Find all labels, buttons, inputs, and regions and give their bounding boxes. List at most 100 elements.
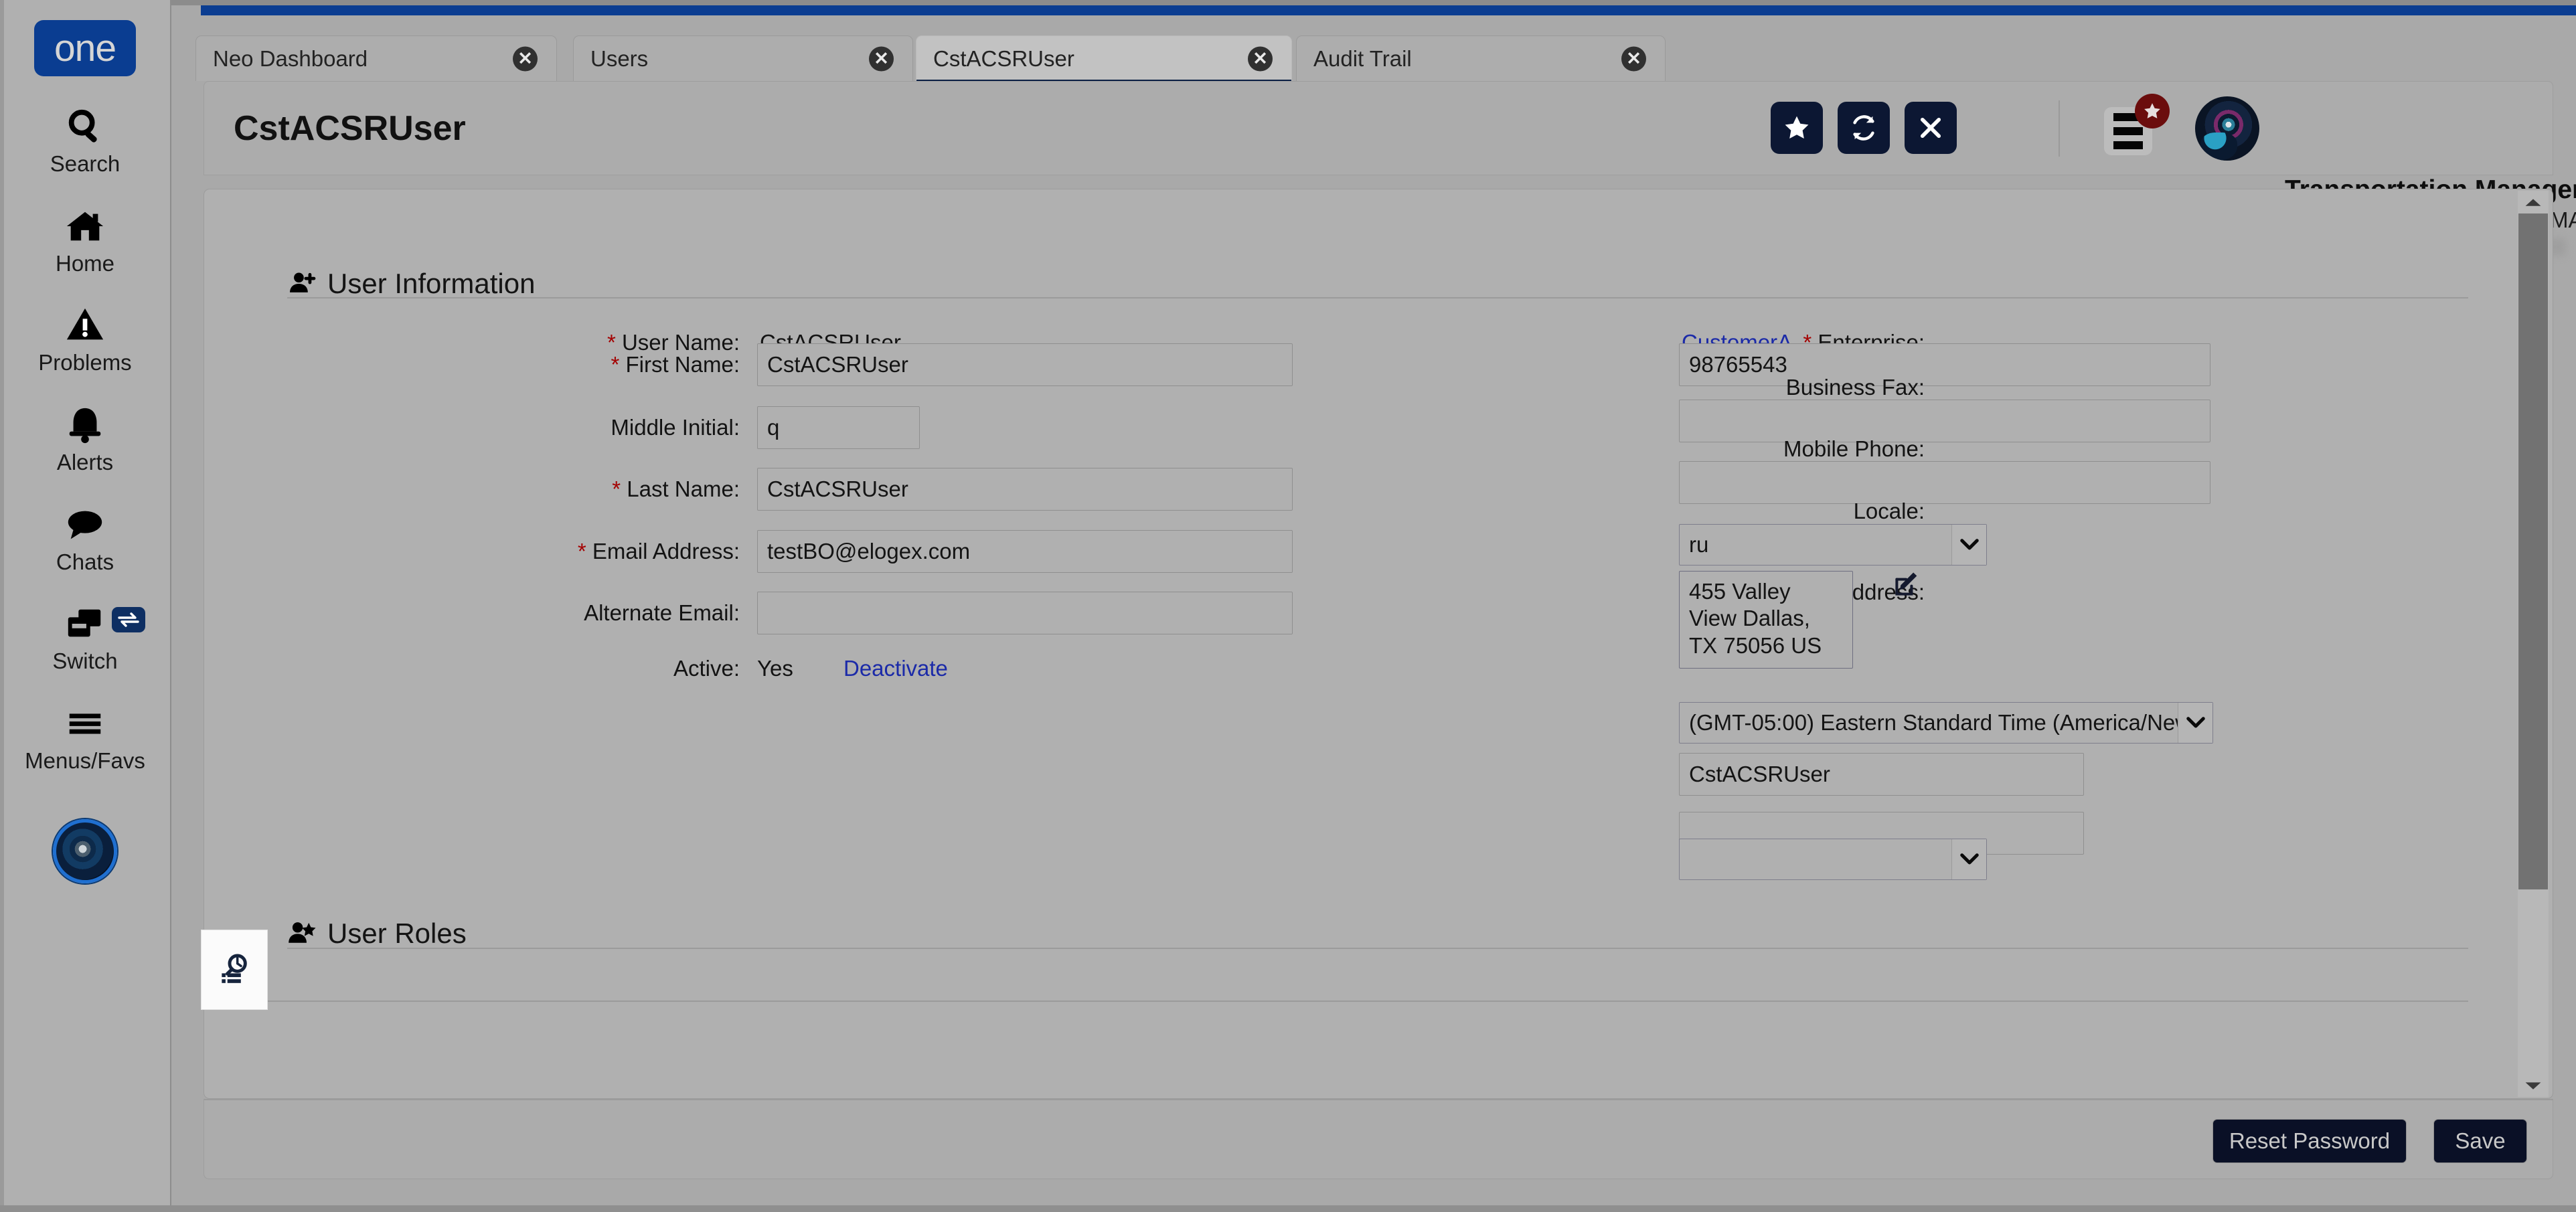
label-business-fax: Business Fax: — [1061, 375, 1925, 400]
avatar[interactable] — [2195, 96, 2259, 161]
sidebar-label-search: Search — [50, 153, 120, 176]
tab-close-icon[interactable]: ✕ — [1621, 46, 1646, 71]
tab-audit-trail[interactable]: Audit Trail ✕ — [1296, 35, 1666, 81]
chevron-down-icon — [2178, 703, 2212, 743]
star-icon — [1782, 113, 1812, 143]
tab-close-icon[interactable]: ✕ — [513, 46, 538, 71]
scrollbar-thumb[interactable] — [2518, 213, 2548, 889]
section-divider — [287, 948, 2468, 949]
edit-pencil-icon[interactable] — [1893, 569, 1922, 602]
rail-user-avatar[interactable] — [53, 819, 117, 883]
deactivate-link[interactable]: Deactivate — [843, 656, 948, 681]
tab-close-icon[interactable]: ✕ — [1248, 46, 1273, 71]
sidebar-item-problems[interactable]: Problems — [0, 305, 171, 375]
sidebar-label-menus-favs: Menus/Favs — [25, 750, 145, 773]
user-star-icon — [287, 919, 317, 948]
label-text: Active: — [673, 656, 740, 681]
roles-table-divider — [244, 1001, 2468, 1002]
header-divider — [2059, 100, 2060, 157]
sidebar-item-alerts[interactable]: Alerts — [0, 404, 171, 474]
section-title: User Information — [327, 268, 535, 300]
brand-accent-bar — [201, 5, 2576, 15]
favorites-badge[interactable] — [2135, 94, 2170, 128]
external-reference-id-input[interactable] — [1679, 753, 2084, 796]
sidebar-item-menus-favs[interactable]: Menus/Favs — [0, 703, 171, 773]
favorite-button[interactable] — [1771, 102, 1823, 154]
app-logo-text: one — [54, 29, 116, 68]
section-header-user-roles: User Roles — [287, 918, 467, 950]
section-title: User Roles — [327, 918, 467, 950]
section-header-user-information: User Information — [287, 268, 535, 300]
email-address-input[interactable] — [757, 530, 1293, 573]
page-title: CstACSRUser — [234, 108, 466, 149]
scroll-down-arrow[interactable] — [2518, 1074, 2549, 1097]
inspect-tool-button[interactable] — [201, 930, 268, 1010]
sidebar-item-switch[interactable]: Switch — [0, 603, 171, 673]
left-nav-rail: one Search Home Problems — [0, 0, 171, 1212]
list-menu-icon-line — [2113, 127, 2143, 135]
close-x-icon — [1917, 114, 1945, 142]
tab-label: Audit Trail — [1313, 46, 1412, 72]
tab-neo-dashboard[interactable]: Neo Dashboard ✕ — [195, 35, 557, 81]
search-icon — [64, 106, 106, 147]
close-button[interactable] — [1905, 102, 1957, 154]
label-text: Locale: — [1854, 499, 1925, 523]
label-email-address: * Email Address: — [204, 539, 740, 564]
mobile-phone-input[interactable] — [1679, 461, 2210, 504]
chevron-down-icon — [1951, 525, 1986, 565]
windows-switch-icon — [64, 603, 106, 644]
content-card: User Information * User Name: CstACSRUse… — [204, 189, 2553, 1099]
inspect-list-icon — [216, 951, 253, 988]
list-menu-icon-line — [2113, 141, 2143, 149]
label-alternate-email: Alternate Email: — [204, 600, 740, 626]
switch-toggle-badge[interactable] — [112, 607, 145, 632]
tab-cstacsruser[interactable]: CstACSRUser ✕ — [916, 35, 1292, 81]
home-icon — [64, 205, 106, 247]
reset-password-button[interactable]: Reset Password — [2212, 1119, 2407, 1163]
bell-icon — [64, 404, 106, 446]
scrollbar-track[interactable] — [2518, 191, 2549, 1097]
time-zone-select[interactable]: (GMT-05:00) Eastern Standard Time (Ameri… — [1679, 702, 2213, 744]
sidebar-label-switch: Switch — [52, 650, 117, 673]
tab-strip: Neo Dashboard ✕ Users ✕ CstACSRUser ✕ Au… — [171, 15, 2576, 81]
tab-label: Users — [590, 46, 648, 72]
application-window: one Search Home Problems — [0, 0, 2576, 1212]
label-text: User Name: — [622, 330, 740, 355]
label-text: Business Fax: — [1786, 375, 1925, 400]
tab-users[interactable]: Users ✕ — [573, 35, 913, 81]
chat-bubble-icon — [64, 504, 106, 545]
label-locale: Locale: — [1061, 499, 1925, 524]
star-icon — [2142, 101, 2162, 121]
label-mobile-phone: Mobile Phone: — [1061, 436, 1925, 462]
refresh-icon — [1848, 112, 1879, 143]
sidebar-item-search[interactable]: Search — [0, 106, 171, 176]
sidebar-label-alerts: Alerts — [57, 451, 113, 474]
app-logo[interactable]: one — [34, 20, 136, 76]
middle-initial-input[interactable] — [757, 406, 920, 449]
label-text: First Name: — [625, 352, 740, 377]
sidebar-item-home[interactable]: Home — [0, 205, 171, 276]
sidebar-label-problems: Problems — [38, 351, 131, 375]
required-marker: * — [578, 539, 586, 564]
label-last-name: * Last Name: — [204, 477, 740, 502]
tab-close-icon[interactable]: ✕ — [869, 46, 894, 71]
locale-select[interactable]: ru — [1679, 524, 1987, 566]
warning-triangle-icon — [64, 305, 106, 346]
value-active: Yes — [757, 656, 793, 681]
user-add-icon — [287, 269, 317, 298]
address-field[interactable]: 455 Valley View Dallas, TX 75056 US — [1679, 571, 1853, 669]
label-text: Alternate Email: — [584, 600, 740, 625]
save-button[interactable]: Save — [2433, 1119, 2527, 1163]
required-marker: * — [607, 330, 616, 355]
swap-arrows-icon — [117, 612, 140, 628]
required-marker: * — [611, 352, 619, 377]
refresh-button[interactable] — [1838, 102, 1890, 154]
label-first-name: * First Name: — [204, 352, 740, 377]
sidebar-label-chats: Chats — [56, 551, 114, 574]
label-middle-initial: Middle Initial: — [204, 415, 740, 440]
hamburger-icon — [64, 703, 106, 744]
scroll-up-arrow[interactable] — [2518, 191, 2549, 213]
page-header: CstACSRUser — [204, 81, 2553, 175]
sidebar-item-chats[interactable]: Chats — [0, 504, 171, 574]
authority-level-select[interactable] — [1679, 839, 1987, 880]
